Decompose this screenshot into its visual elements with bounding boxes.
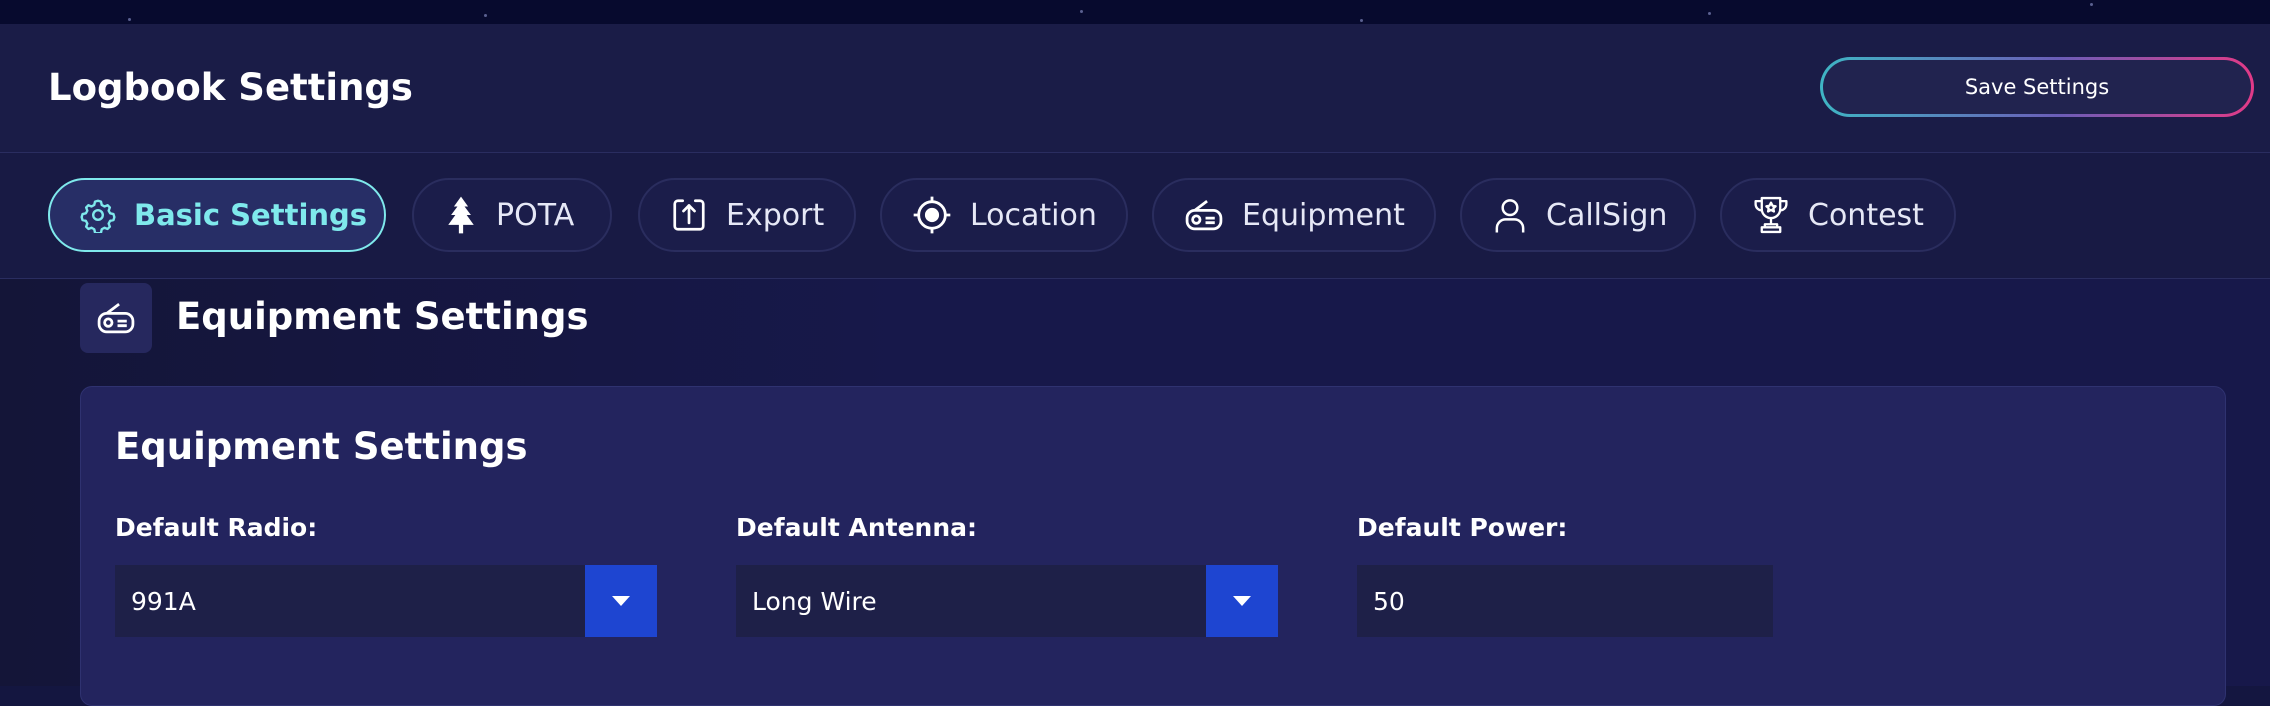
radio-icon bbox=[1185, 200, 1223, 231]
tab-label: Basic Settings bbox=[134, 198, 368, 232]
select-value: Long Wire bbox=[752, 586, 877, 616]
star-decoration bbox=[128, 18, 131, 21]
tab-basic-settings[interactable]: Basic Settings bbox=[48, 178, 386, 252]
star-decoration bbox=[1080, 10, 1083, 13]
tab-location[interactable]: Location bbox=[880, 178, 1128, 252]
star-decoration bbox=[2090, 3, 2093, 6]
crosshair-icon bbox=[913, 196, 951, 234]
default-radio-select[interactable]: 991A bbox=[115, 565, 657, 637]
save-settings-button[interactable]: Save Settings bbox=[1820, 57, 2254, 117]
default-power-label: Default Power: bbox=[1357, 513, 1568, 542]
caret-down-icon bbox=[612, 596, 630, 606]
user-icon bbox=[1495, 199, 1525, 233]
tab-label: CallSign bbox=[1546, 197, 1668, 233]
main-content: Equipment Settings Equipment Settings De… bbox=[0, 279, 2270, 706]
tab-label: Export bbox=[726, 197, 825, 233]
caret-down-icon bbox=[1233, 596, 1251, 606]
radio-icon bbox=[97, 303, 135, 334]
tab-equipment[interactable]: Equipment bbox=[1152, 178, 1436, 252]
top-strip bbox=[0, 0, 2270, 24]
tab-label: Location bbox=[970, 197, 1097, 233]
star-decoration bbox=[484, 14, 487, 17]
default-antenna-label: Default Antenna: bbox=[736, 513, 977, 542]
tab-contest[interactable]: Contest bbox=[1720, 178, 1956, 252]
select-value: 991A bbox=[131, 586, 196, 616]
section-title: Equipment Settings bbox=[176, 295, 589, 338]
settings-tab-bar: Basic Settings POTA Export Location Equi… bbox=[0, 153, 2270, 279]
card-title: Equipment Settings bbox=[115, 425, 528, 468]
default-antenna-select[interactable]: Long Wire bbox=[736, 565, 1278, 637]
header-bar: Logbook Settings Save Settings bbox=[0, 24, 2270, 153]
tab-pota[interactable]: POTA bbox=[412, 178, 612, 252]
default-power-input[interactable]: 50 bbox=[1357, 565, 1773, 637]
tree-icon bbox=[448, 196, 474, 234]
tab-export[interactable]: Export bbox=[638, 178, 856, 252]
tab-callsign[interactable]: CallSign bbox=[1460, 178, 1696, 252]
dropdown-button[interactable] bbox=[1206, 565, 1278, 637]
tab-label: Contest bbox=[1808, 197, 1924, 233]
equipment-settings-card: Equipment Settings Default Radio: 991A D… bbox=[80, 386, 2226, 706]
tab-label: POTA bbox=[496, 197, 575, 233]
default-radio-label: Default Radio: bbox=[115, 513, 318, 542]
section-icon-box bbox=[80, 283, 152, 353]
gear-icon bbox=[80, 199, 116, 233]
star-decoration bbox=[1708, 12, 1711, 15]
export-icon bbox=[673, 199, 705, 231]
star-decoration bbox=[1360, 19, 1363, 22]
page-title: Logbook Settings bbox=[48, 66, 413, 109]
trophy-icon bbox=[1754, 196, 1788, 234]
tab-label: Equipment bbox=[1242, 197, 1405, 233]
dropdown-button[interactable] bbox=[585, 565, 657, 637]
